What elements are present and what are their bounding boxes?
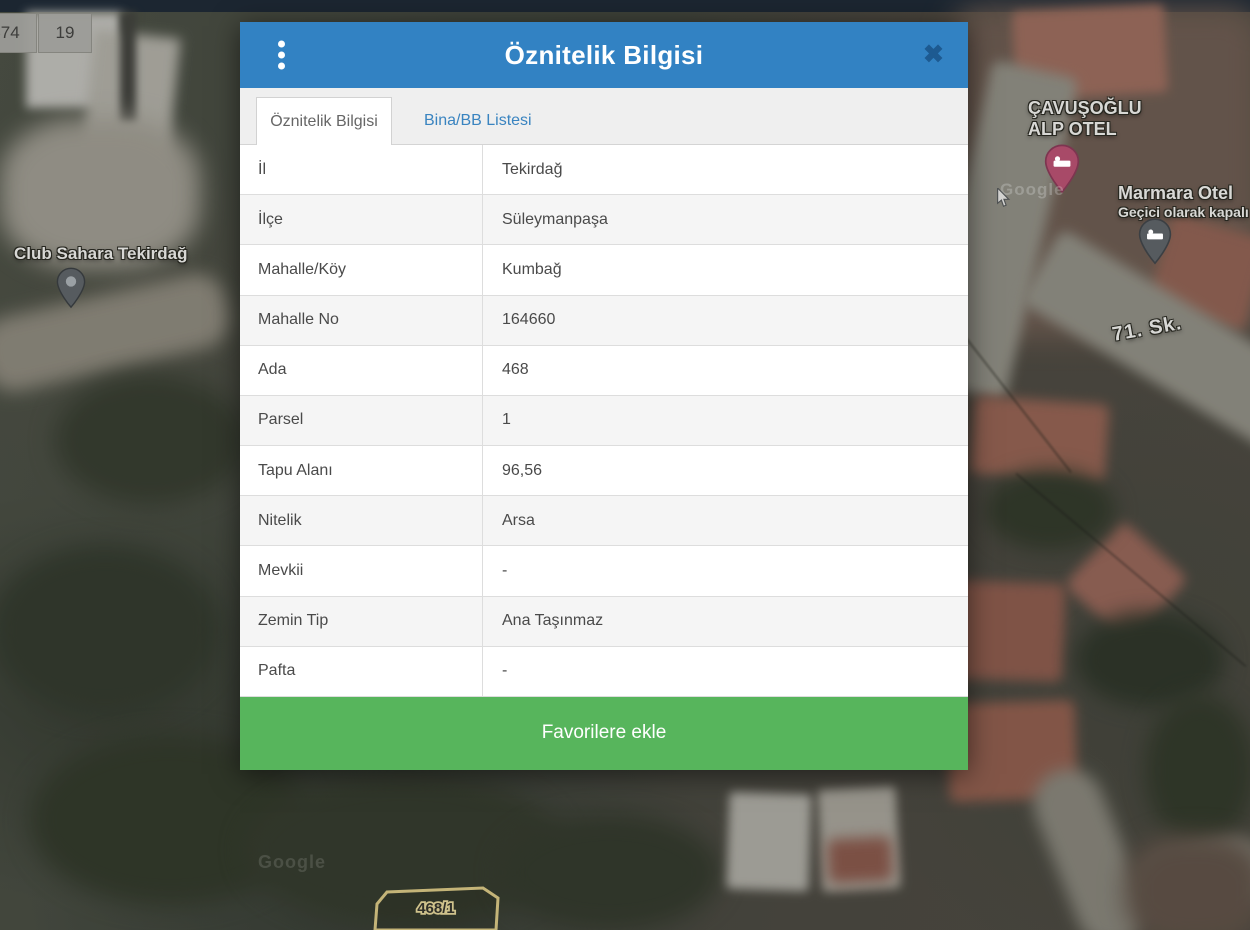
label-line: ALP OTEL xyxy=(1028,119,1142,140)
row-label: Tapu Alanı xyxy=(240,446,483,495)
place-label-marmara-otel: Marmara Otel Geçici olarak kapalı xyxy=(1118,184,1249,222)
row-label: Parsel xyxy=(240,396,483,445)
row-value: Süleymanpaşa xyxy=(483,195,968,244)
table-row: Ada 468 xyxy=(240,346,968,396)
label-line: Marmara Otel xyxy=(1118,184,1249,203)
mouse-cursor xyxy=(996,188,1011,208)
table-row: Tapu Alanı 96,56 xyxy=(240,446,968,496)
table-row: İl Tekirdağ xyxy=(240,145,968,195)
row-value: Arsa xyxy=(483,496,968,545)
place-label-cavusoglu-alp-otel: ÇAVUŞOĞLU ALP OTEL xyxy=(1028,98,1142,140)
tab-oznitelik-bilgisi[interactable]: Öznitelik Bilgisi xyxy=(256,97,392,145)
hotel-pin-gray[interactable] xyxy=(1138,218,1172,265)
row-value: 1 xyxy=(483,396,968,445)
parcel-number-badge: 574 xyxy=(0,13,37,53)
row-value: Kumbağ xyxy=(483,245,968,294)
row-value: 468 xyxy=(483,346,968,395)
street-label: 71. Sk. xyxy=(1111,312,1184,347)
tab-bar: Öznitelik Bilgisi Bina/BB Listesi xyxy=(240,88,968,145)
row-label: Mevkii xyxy=(240,546,483,595)
table-row: Mahalle No 164660 xyxy=(240,296,968,346)
table-row: Nitelik Arsa xyxy=(240,496,968,546)
row-value: Tekirdağ xyxy=(483,145,968,194)
parcel-polygon[interactable]: 468/1 xyxy=(363,886,508,930)
table-row: Pafta - xyxy=(240,647,968,697)
row-label: Pafta xyxy=(240,647,483,696)
tab-bina-bb-listesi[interactable]: Bina/BB Listesi xyxy=(410,97,546,144)
row-value: - xyxy=(483,647,968,696)
table-row: Mahalle/Köy Kumbağ xyxy=(240,245,968,295)
table-row: İlçe Süleymanpaşa xyxy=(240,195,968,245)
add-to-favorites-button[interactable]: Favorilere ekle xyxy=(240,697,968,770)
label-line: ÇAVUŞOĞLU xyxy=(1028,98,1142,119)
close-icon[interactable]: ✖ xyxy=(923,43,944,68)
row-value: 164660 xyxy=(483,296,968,345)
dialog-title: Öznitelik Bilgisi xyxy=(505,40,704,71)
menu-dots-icon[interactable] xyxy=(274,37,289,74)
row-label: İl xyxy=(240,145,483,194)
row-value: - xyxy=(483,546,968,595)
row-value: 96,56 xyxy=(483,446,968,495)
table-row: Zemin Tip Ana Taşınmaz xyxy=(240,597,968,647)
row-label: Mahalle/Köy xyxy=(240,245,483,294)
badge-text: 574 xyxy=(0,23,20,43)
row-label: Ada xyxy=(240,346,483,395)
google-watermark: Google xyxy=(258,852,326,873)
table-row: Parsel 1 xyxy=(240,396,968,446)
dialog-header: Öznitelik Bilgisi ✖ xyxy=(240,22,968,88)
attribute-table: İl Tekirdağ İlçe Süleymanpaşa Mahalle/Kö… xyxy=(240,145,968,697)
gray-dot-pin[interactable] xyxy=(56,266,86,310)
row-label: Mahalle No xyxy=(240,296,483,345)
row-label: Zemin Tip xyxy=(240,597,483,646)
row-value: Ana Taşınmaz xyxy=(483,597,968,646)
parcel-polygon-label: 468/1 xyxy=(417,900,455,917)
table-row: Mevkii - xyxy=(240,546,968,596)
badge-text: 19 xyxy=(56,23,75,43)
place-label-club-sahara: Club Sahara Tekirdağ xyxy=(14,244,188,264)
parcel-number-badge: 19 xyxy=(38,13,92,53)
row-label: İlçe xyxy=(240,195,483,244)
attribute-info-dialog: Öznitelik Bilgisi ✖ Öznitelik Bilgisi Bi… xyxy=(240,22,968,770)
row-label: Nitelik xyxy=(240,496,483,545)
